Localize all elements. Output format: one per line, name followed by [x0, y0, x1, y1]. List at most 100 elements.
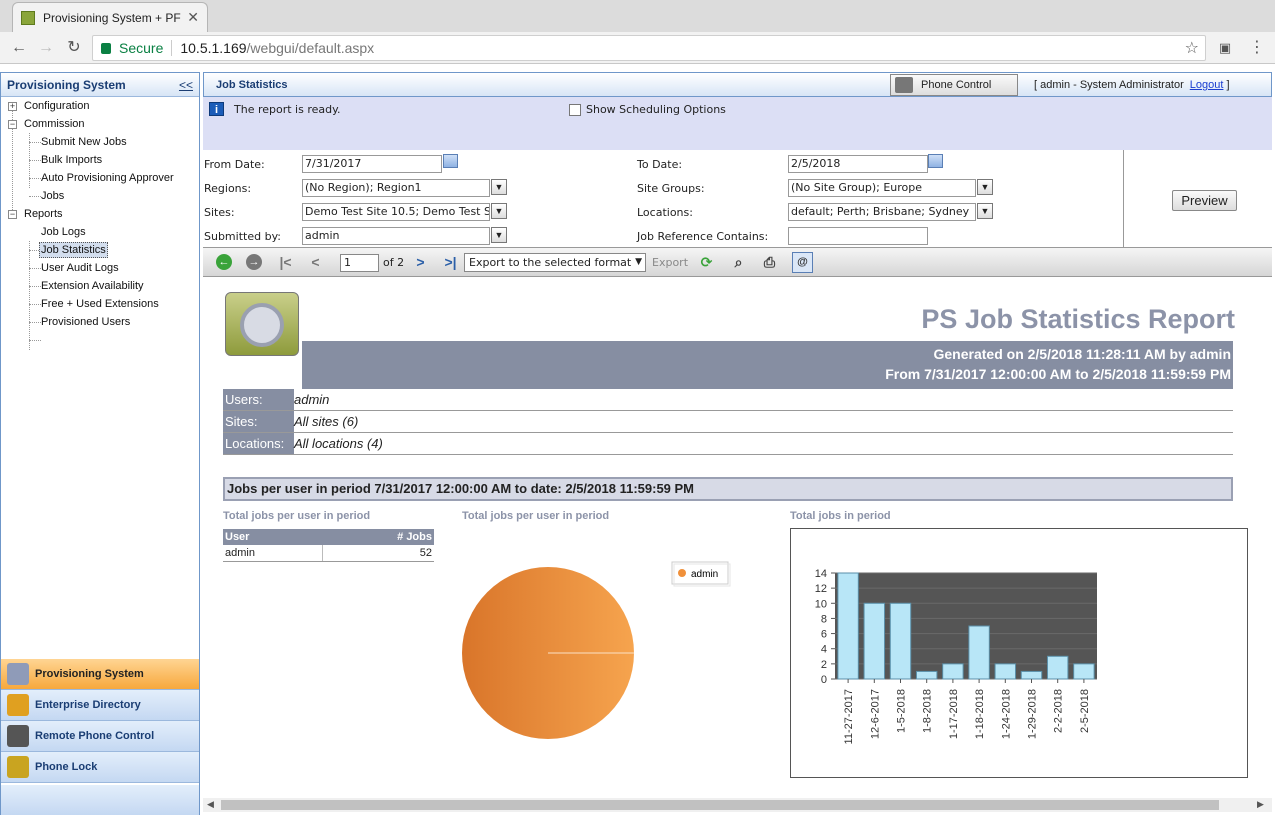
- locations-select[interactable]: default; Perth; Brisbane; Sydney: [788, 203, 976, 221]
- regions-label: Regions:: [204, 182, 252, 195]
- previous-page-icon[interactable]: <: [307, 254, 324, 271]
- last-page-icon[interactable]: >|: [442, 254, 459, 271]
- left-panel-header: Provisioning System <<: [1, 73, 199, 97]
- phone-book-icon: [7, 694, 29, 716]
- x-tick-label: 1-17-2018: [948, 689, 960, 739]
- bar: [968, 625, 990, 680]
- show-scheduling-checkbox[interactable]: [569, 104, 581, 116]
- collapse-reports-icon[interactable]: −: [8, 210, 17, 219]
- collapse-commission-icon[interactable]: −: [8, 120, 17, 129]
- legend-swatch: [678, 569, 686, 577]
- tree-item-extension-availability[interactable]: Extension Availability: [41, 277, 144, 295]
- first-page-icon[interactable]: |<: [277, 254, 294, 271]
- extension-icon[interactable]: ▣: [1214, 37, 1236, 59]
- submitted-by-select[interactable]: admin: [302, 227, 490, 245]
- url-separator: [171, 40, 173, 56]
- phone-control-button[interactable]: Phone Control: [890, 74, 1018, 96]
- close-tab-icon[interactable]: ✕: [187, 9, 199, 26]
- to-date-input[interactable]: 2/5/2018: [788, 155, 928, 173]
- tree-item-free-used-extensions[interactable]: Free + Used Extensions: [41, 295, 159, 313]
- bar: [942, 663, 964, 680]
- submitted-by-dropdown-icon[interactable]: ▼: [491, 227, 507, 243]
- module-provisioning-system[interactable]: Provisioning System: [1, 659, 199, 690]
- email-report-icon[interactable]: @: [792, 252, 813, 273]
- scroll-right-icon[interactable]: ▶: [1257, 799, 1264, 810]
- address-bar-row: ← → ↻ Secure 10.5.1.169 /webgui/default.…: [0, 32, 1275, 64]
- module-enterprise-directory[interactable]: Enterprise Directory: [1, 690, 199, 721]
- module-label: Enterprise Directory: [35, 699, 141, 711]
- tree-item-reports[interactable]: Reports: [24, 205, 63, 223]
- sites-value: All sites (6): [294, 414, 359, 429]
- refresh-icon[interactable]: ⟳: [698, 254, 715, 271]
- tree-item-submit-new-jobs[interactable]: Submit New Jobs: [41, 133, 127, 151]
- chevron-down-icon: ▼: [635, 257, 642, 267]
- site-groups-dropdown-icon[interactable]: ▼: [977, 179, 993, 195]
- tree-item-provisioned-users[interactable]: Provisioned Users: [41, 313, 130, 331]
- reload-icon[interactable]: ↻: [63, 37, 85, 59]
- pie-legend: admin: [671, 561, 731, 587]
- horizontal-scrollbar[interactable]: ◀ ▶: [203, 798, 1272, 812]
- lock-icon: [101, 42, 111, 54]
- job-reference-input[interactable]: [788, 227, 928, 245]
- back-icon[interactable]: ←: [8, 37, 30, 59]
- x-tick-label: 1-18-2018: [974, 689, 986, 739]
- legend-label: admin: [691, 569, 718, 580]
- bookmark-star-icon[interactable]: ☆: [1185, 38, 1199, 58]
- scrollbar-thumb[interactable]: [221, 800, 1219, 810]
- print-icon[interactable]: ⎙: [761, 254, 778, 271]
- module-label: Phone Lock: [35, 761, 98, 773]
- module-remote-phone-control[interactable]: Remote Phone Control: [1, 721, 199, 752]
- tree-item-jobs[interactable]: Jobs: [41, 187, 64, 205]
- browser-tab[interactable]: Provisioning System + PF ✕: [12, 2, 208, 32]
- site-groups-select[interactable]: (No Site Group); Europe: [788, 179, 976, 197]
- regions-dropdown-icon[interactable]: ▼: [491, 179, 507, 195]
- y-tick-label: 2: [821, 659, 827, 671]
- show-scheduling-label[interactable]: Show Scheduling Options: [586, 103, 726, 116]
- tree-item-commission[interactable]: Commission: [24, 115, 85, 133]
- from-date-input[interactable]: 7/31/2017: [302, 155, 442, 173]
- scroll-left-icon[interactable]: ◀: [207, 799, 214, 810]
- tree-item-job-statistics[interactable]: Job Statistics: [39, 242, 108, 258]
- params-divider: [1123, 150, 1124, 248]
- page-number-input[interactable]: 1: [340, 254, 379, 272]
- preview-button[interactable]: Preview: [1172, 190, 1237, 211]
- tree-item-bulk-imports[interactable]: Bulk Imports: [41, 151, 102, 169]
- from-date-label: From Date:: [204, 158, 265, 171]
- export-link[interactable]: Export: [652, 256, 688, 269]
- collapse-panel-link[interactable]: <<: [179, 78, 193, 92]
- export-format-select[interactable]: Export to the selected format ▼: [464, 253, 646, 272]
- report-header-band: Generated on 2/5/2018 11:28:11 AM by adm…: [302, 341, 1233, 389]
- find-icon[interactable]: ⌕: [730, 254, 747, 271]
- forward-report-icon[interactable]: →: [246, 254, 262, 270]
- expand-configuration-icon[interactable]: +: [8, 102, 17, 111]
- submitted-by-label: Submitted by:: [204, 230, 281, 243]
- sites-select[interactable]: Demo Test Site 10.5; Demo Test Si: [302, 203, 490, 221]
- phone-icon: [7, 725, 29, 747]
- tree-item-job-logs[interactable]: Job Logs: [41, 223, 86, 241]
- table-header-row: User # Jobs: [223, 529, 434, 545]
- url-bar[interactable]: Secure 10.5.1.169 /webgui/default.aspx ☆: [92, 35, 1206, 61]
- locations-label: Locations:: [225, 436, 285, 451]
- tree-item-configuration[interactable]: Configuration: [24, 97, 89, 115]
- left-navigation-panel: Provisioning System << + Configuration −…: [0, 72, 200, 815]
- from-date-calendar-icon[interactable]: [443, 154, 458, 168]
- info-bar: i The report is ready. Show Scheduling O…: [203, 97, 1272, 150]
- back-report-icon[interactable]: ←: [216, 254, 232, 270]
- to-date-label: To Date:: [637, 158, 683, 171]
- locations-dropdown-icon[interactable]: ▼: [977, 203, 993, 219]
- tree-item-auto-provisioning-approver[interactable]: Auto Provisioning Approver: [41, 169, 174, 187]
- module-phone-lock[interactable]: Phone Lock: [1, 752, 199, 783]
- logout-link[interactable]: Logout: [1190, 79, 1224, 91]
- x-tick-label: 12-6-2017: [869, 689, 881, 739]
- tree-item-user-audit-logs[interactable]: User Audit Logs: [41, 259, 119, 277]
- main-header: Job Statistics Phone Control [ admin - S…: [203, 72, 1272, 97]
- regions-select[interactable]: (No Region); Region1: [302, 179, 490, 197]
- report-toolbar: ← → |< < 1 of 2 > >| Export to the selec…: [203, 248, 1272, 277]
- next-page-icon[interactable]: >: [412, 254, 429, 271]
- sites-dropdown-icon[interactable]: ▼: [491, 203, 507, 219]
- bar: [863, 602, 886, 680]
- to-date-calendar-icon[interactable]: [928, 154, 943, 168]
- forward-icon[interactable]: →: [35, 37, 57, 59]
- bar: [837, 572, 859, 680]
- menu-icon[interactable]: ⋮: [1246, 37, 1268, 59]
